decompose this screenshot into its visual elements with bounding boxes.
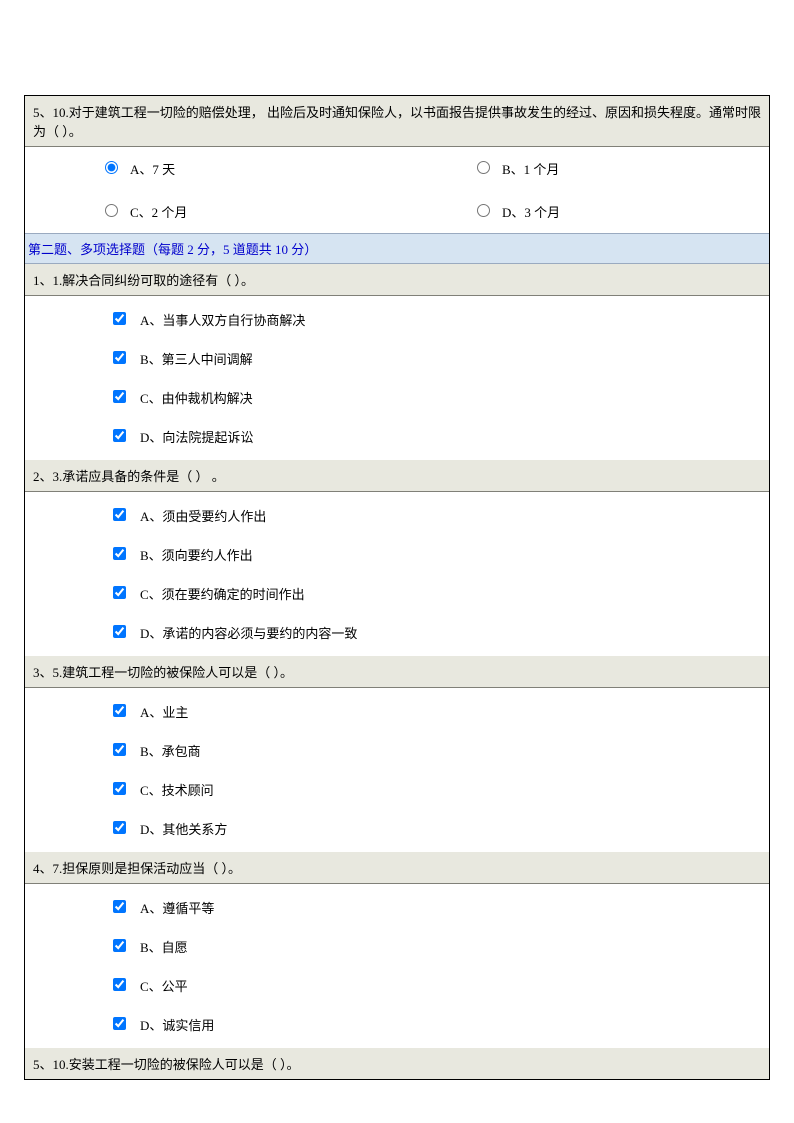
checkbox-a[interactable] [113,508,126,521]
checkbox-a[interactable] [113,704,126,717]
checkbox-d[interactable] [113,1017,126,1030]
exam-container: 5、10.对于建筑工程一切险的赔偿处理， 出险后及时通知保险人，以书面报告提供事… [24,95,770,1080]
radio-a[interactable] [105,161,118,174]
checkbox-c[interactable] [113,978,126,991]
radio-d[interactable] [477,204,490,217]
checkbox-a[interactable] [113,900,126,913]
checkbox-b[interactable] [113,743,126,756]
option-a-label: A、业主 [140,702,188,721]
option-c-row: C、须在要约确定的时间作出 [25,574,769,613]
option-b-label: B、承包商 [140,741,201,760]
option-a-row: A、7 天 [25,147,397,190]
single-q5-options: A、7 天 B、1 个月 C、2 个月 D、3 个月 [25,147,769,233]
multi-q3-header: 3、5.建筑工程一切险的被保险人可以是（ ）。 [25,656,769,688]
option-b-label: B、须向要约人作出 [140,545,253,564]
radio-c[interactable] [105,204,118,217]
option-b-row: B、自愿 [25,927,769,966]
checkbox-b[interactable] [113,351,126,364]
multi-q4-options: A、遵循平等 B、自愿 C、公平 D、诚实信用 [25,884,769,1048]
option-b-row: B、承包商 [25,731,769,770]
option-b-label: B、第三人中间调解 [140,349,253,368]
single-q5-header: 5、10.对于建筑工程一切险的赔偿处理， 出险后及时通知保险人，以书面报告提供事… [25,96,769,147]
multi-q1-header: 1、1.解决合同纠纷可取的途径有（ ）。 [25,264,769,296]
multi-q5-header: 5、10.安装工程一切险的被保险人可以是（ ）。 [25,1048,769,1079]
option-d-label: D、其他关系方 [140,819,227,838]
option-c-label: C、须在要约确定的时间作出 [140,584,305,603]
option-b-row: B、第三人中间调解 [25,339,769,378]
option-d-label: D、向法院提起诉讼 [140,427,253,446]
option-c-row: C、由仲裁机构解决 [25,378,769,417]
option-c-label: C、技术顾问 [140,780,214,799]
checkbox-c[interactable] [113,390,126,403]
option-c-label: C、2 个月 [130,202,187,221]
option-c-label: C、由仲裁机构解决 [140,388,253,407]
option-c-row: C、2 个月 [25,190,397,233]
checkbox-d[interactable] [113,625,126,638]
section-header-multi: 第二题、多项选择题（每题 2 分，5 道题共 10 分） [25,233,769,264]
option-a-row: A、须由受要约人作出 [25,496,769,535]
option-b-row: B、须向要约人作出 [25,535,769,574]
option-d-label: D、3 个月 [502,202,560,221]
checkbox-c[interactable] [113,586,126,599]
checkbox-d[interactable] [113,429,126,442]
option-c-label: C、公平 [140,976,188,995]
option-b-row: B、1 个月 [397,147,769,190]
checkbox-b[interactable] [113,547,126,560]
option-d-label: D、诚实信用 [140,1015,214,1034]
option-a-row: A、遵循平等 [25,888,769,927]
checkbox-d[interactable] [113,821,126,834]
option-d-label: D、承诺的内容必须与要约的内容一致 [140,623,357,642]
option-d-row: D、向法院提起诉讼 [25,417,769,456]
option-a-row: A、业主 [25,692,769,731]
option-c-row: C、公平 [25,966,769,1005]
option-b-label: B、自愿 [140,937,188,956]
option-d-row: D、诚实信用 [25,1005,769,1044]
multi-q3-options: A、业主 B、承包商 C、技术顾问 D、其他关系方 [25,688,769,852]
checkbox-b[interactable] [113,939,126,952]
multi-q2-options: A、须由受要约人作出 B、须向要约人作出 C、须在要约确定的时间作出 D、承诺的… [25,492,769,656]
option-d-row: D、其他关系方 [25,809,769,848]
option-a-row: A、当事人双方自行协商解决 [25,300,769,339]
multi-q2-header: 2、3.承诺应具备的条件是（ ） 。 [25,460,769,492]
option-a-label: A、须由受要约人作出 [140,506,266,525]
option-b-label: B、1 个月 [502,159,559,178]
multi-q4-header: 4、7.担保原则是担保活动应当（ ）。 [25,852,769,884]
option-c-row: C、技术顾问 [25,770,769,809]
checkbox-a[interactable] [113,312,126,325]
multi-q1-options: A、当事人双方自行协商解决 B、第三人中间调解 C、由仲裁机构解决 D、向法院提… [25,296,769,460]
option-d-row: D、3 个月 [397,190,769,233]
option-a-label: A、遵循平等 [140,898,214,917]
radio-b[interactable] [477,161,490,174]
option-d-row: D、承诺的内容必须与要约的内容一致 [25,613,769,652]
checkbox-c[interactable] [113,782,126,795]
option-a-label: A、7 天 [130,159,175,178]
option-a-label: A、当事人双方自行协商解决 [140,310,305,329]
